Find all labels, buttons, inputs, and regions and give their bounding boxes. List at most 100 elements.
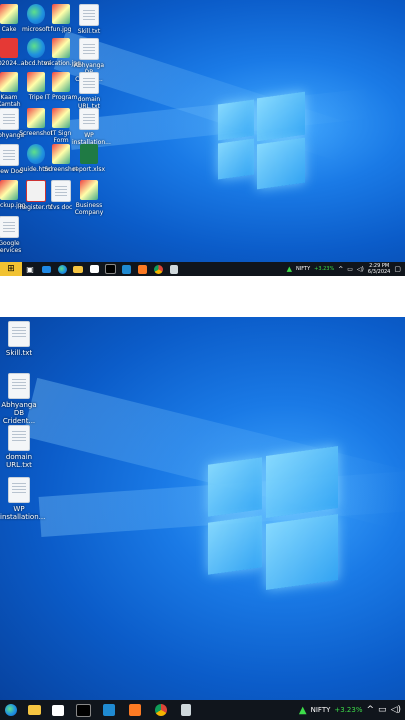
nifty-label[interactable]: NIFTY (311, 706, 331, 714)
taskbar-app-chrome[interactable] (148, 704, 174, 716)
desktop-icon-label: Business Company (74, 202, 104, 216)
doc-file-icon (79, 72, 99, 94)
taskbar-app-edge[interactable] (54, 264, 70, 274)
desktop-icon[interactable]: report.xlsx (72, 144, 106, 173)
edge-file-icon (27, 144, 45, 164)
taskbar-app-explorer[interactable] (22, 705, 46, 715)
taskbar-app-chrome[interactable] (150, 264, 166, 274)
nifty-label[interactable]: NIFTY (296, 266, 310, 272)
desktop-icon-label: Skill.txt (5, 349, 33, 357)
text-file-icon (8, 373, 30, 399)
pdf-file-icon (26, 180, 46, 202)
doc-file-icon (79, 108, 99, 130)
doc-file-icon (51, 180, 71, 202)
desktop-icon[interactable]: Google services (0, 216, 26, 254)
store-icon (89, 265, 99, 273)
pic-file-icon (52, 72, 70, 92)
pic-file-icon (0, 4, 18, 24)
stocks-chart-icon[interactable]: ▲ (287, 265, 292, 273)
clock[interactable]: 2:29 PM 6/3/2024 (368, 263, 390, 275)
text-file-icon (8, 477, 30, 503)
pic-file-icon (52, 108, 70, 128)
start-button[interactable]: ⊞ (0, 262, 22, 276)
desktop-icon[interactable]: Skill.txt (72, 4, 106, 35)
system-tray: ▲ NIFTY +3.23% ^ ▭ ◁) 2:29 PM 6/3/2024 ▢ (287, 262, 401, 276)
chrome-icon (155, 704, 167, 716)
chevron-up-icon[interactable]: ^ (338, 266, 343, 273)
edge-file-icon (27, 4, 45, 24)
desktop-icon-label: Google services (0, 240, 22, 254)
pic-file-icon (80, 180, 98, 200)
folder-icon (73, 265, 83, 273)
task-view-button[interactable]: ▣ (22, 262, 38, 276)
desktop-icon[interactable]: WP installation... (0, 477, 46, 521)
taskbar-app-vscode[interactable] (118, 264, 134, 274)
text-file-icon (8, 321, 30, 347)
start-icon: ⊞ (7, 264, 15, 274)
pic-file-icon (27, 72, 45, 92)
text-file-icon (8, 425, 30, 451)
edge-icon (57, 264, 67, 274)
stocks-chart-icon[interactable]: ▲ (299, 705, 307, 716)
taskbar-app-terminal[interactable] (102, 264, 118, 274)
doc-file-icon (0, 216, 19, 238)
taskbar-app-xampp[interactable] (122, 704, 148, 716)
store-icon (52, 704, 64, 716)
desktop-icon[interactable]: WP installation... (72, 108, 111, 146)
taskbar-app-explorer[interactable] (70, 265, 86, 273)
system-tray: ▲ NIFTY +3.23% ^ ▭ ◁) (299, 700, 401, 720)
doc-file-icon (0, 144, 19, 166)
desktop-icon-label: report.xlsx (72, 166, 106, 173)
terminal-icon (104, 264, 116, 274)
taskbar-app-store[interactable] (46, 704, 70, 716)
taskbar: ▲ NIFTY +3.23% ^ ▭ ◁) (0, 700, 405, 720)
desktop-icon[interactable]: domain URL.txt (72, 72, 106, 110)
doc-file-icon (79, 38, 99, 60)
xampp-icon (137, 264, 147, 274)
taskbar-app-paint[interactable] (166, 264, 182, 274)
desktop-icon-label: domain URL.txt (5, 453, 33, 469)
taskbar-app-store[interactable] (86, 265, 102, 273)
paint-icon (170, 264, 178, 274)
vscode-icon (121, 264, 131, 274)
doc-file-icon (0, 108, 19, 130)
desktop-icon[interactable]: domain URL.txt (0, 425, 38, 469)
pic-file-icon (0, 180, 18, 200)
xl-file-icon (80, 144, 98, 164)
clock-date: 6/3/2024 (367, 269, 391, 275)
taskbar-app-vscode[interactable] (96, 704, 122, 716)
pic-file-icon (52, 38, 70, 58)
taskbar-app-mail[interactable] (38, 265, 54, 273)
desktop-icon[interactable]: Abhyanga DB Crident... (0, 373, 38, 425)
desktop-icon[interactable]: Skill.txt (0, 321, 38, 357)
volume-icon[interactable]: ◁) (391, 705, 401, 715)
pic-file-icon (52, 144, 70, 164)
notification-icon[interactable]: ▢ (394, 265, 401, 273)
desktop-icon-label: Abhyanga DB Crident... (1, 401, 37, 425)
desktop-icon[interactable]: Business Company (72, 180, 106, 216)
taskbar-app-xampp[interactable] (134, 264, 150, 274)
folder-icon (27, 705, 41, 715)
red-file-icon (0, 38, 18, 58)
chevron-up-icon[interactable]: ^ (367, 705, 375, 715)
taskbar-app-paint[interactable] (174, 704, 198, 716)
desktop-screenshot-bottom: Skill.txt Abhyanga DB Crident... domain UR… (0, 317, 405, 720)
taskbar-app-edge[interactable] (0, 704, 22, 716)
xampp-icon (129, 704, 141, 716)
network-icon[interactable]: ▭ (378, 705, 387, 715)
taskbar: ⊞ ▣ ▲ NIFTY +3.23% ^ ▭ ◁) 2:29 PM 6/3/20… (0, 262, 405, 276)
volume-icon[interactable]: ◁) (357, 266, 364, 273)
nifty-change[interactable]: +3.23% (334, 706, 362, 714)
terminal-icon (75, 703, 91, 717)
edge-icon (5, 704, 17, 716)
edge-file-icon (27, 38, 45, 58)
network-icon[interactable]: ▭ (347, 266, 353, 273)
nifty-change[interactable]: +3.23% (314, 266, 334, 272)
desktop-icon-label: Skill.txt (77, 28, 101, 35)
pic-file-icon (0, 72, 18, 92)
taskbar-app-terminal[interactable] (70, 703, 96, 717)
vscode-icon (103, 704, 115, 716)
desktop-icon-label: WP installation... (0, 505, 46, 521)
paint-icon (181, 704, 191, 716)
doc-file-icon (79, 4, 99, 26)
